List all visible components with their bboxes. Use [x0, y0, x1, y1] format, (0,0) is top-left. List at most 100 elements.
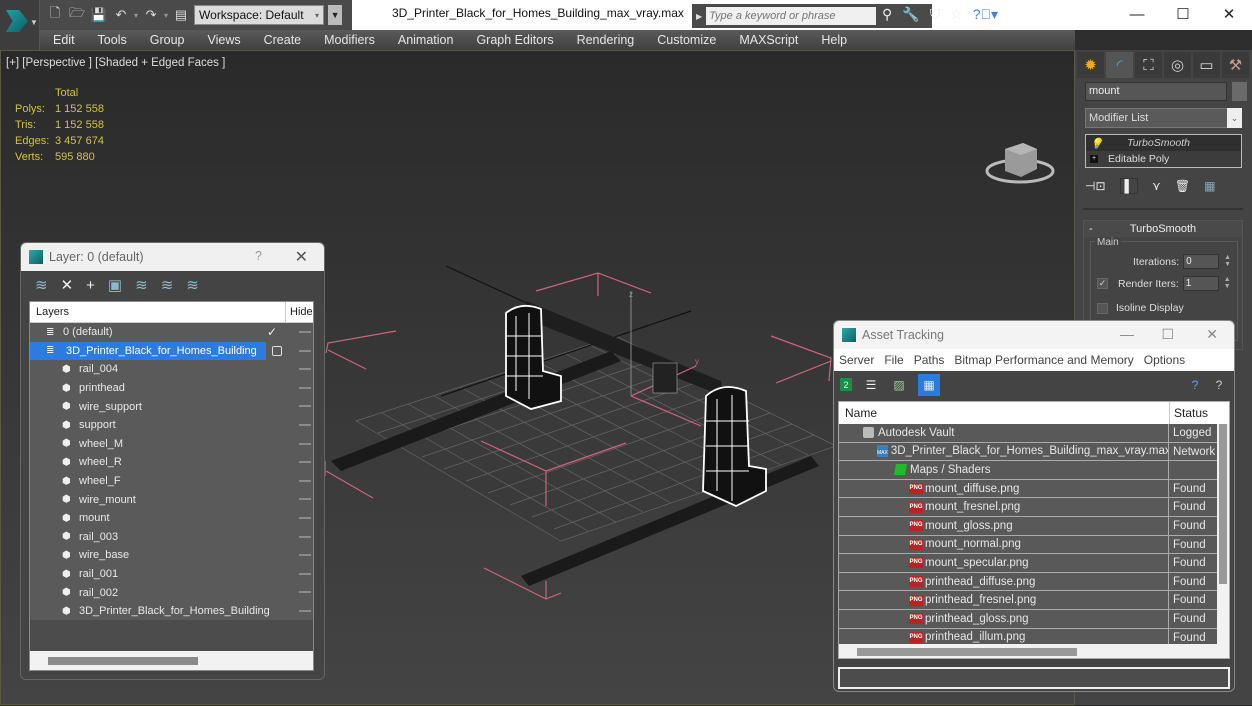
hide-toggle[interactable] — [299, 609, 311, 612]
object-row[interactable]: ⬢ wire_base — [30, 546, 313, 565]
object-row[interactable]: ⬢ wire_mount — [30, 490, 313, 509]
menu-file[interactable]: File — [884, 353, 903, 367]
object-color-swatch[interactable] — [1232, 82, 1247, 101]
asset-row[interactable]: PNG mount_gloss.png Found — [839, 516, 1217, 536]
help-icon[interactable]: ? — [1186, 376, 1204, 394]
dialog-title-bar[interactable]: Asset Tracking — ☐ ✕ — [834, 321, 1234, 349]
hide-toggle[interactable] — [299, 368, 311, 371]
current-layer-toggle[interactable] — [272, 345, 282, 356]
menu-maxscript[interactable]: MAXScript — [739, 33, 798, 47]
render-iters-checkbox[interactable]: ✓ — [1097, 278, 1108, 289]
collapse-icon[interactable]: - — [1089, 221, 1093, 237]
object-row[interactable]: ⬢ wheel_M — [30, 435, 313, 454]
menu-options[interactable]: Options — [1144, 353, 1185, 367]
display-tab-icon[interactable]: ▭ — [1193, 52, 1220, 78]
menu-modifiers[interactable]: Modifiers — [324, 33, 375, 47]
project-folder-icon[interactable]: ▤ — [172, 6, 190, 24]
menu-help[interactable]: Help — [821, 33, 847, 47]
render-iters-spinner[interactable]: 1 — [1182, 276, 1219, 291]
object-row[interactable]: ⬢ 3D_Printer_Black_for_Homes_Building — [30, 602, 313, 621]
expand-search-icon[interactable]: ▶ — [696, 12, 702, 21]
menu-views[interactable]: Views — [207, 33, 240, 47]
asset-row[interactable]: Maps / Shaders — [839, 461, 1217, 480]
open-folder-icon[interactable]: 🗁 — [68, 5, 86, 24]
undo-dropdown-icon[interactable]: ▾ — [134, 11, 138, 20]
hide-toggle[interactable] — [299, 572, 311, 575]
menu-tools[interactable]: Tools — [98, 33, 127, 47]
dialog-title-bar[interactable]: Layer: 0 (default) ? ✕ — [21, 243, 324, 271]
isoline-checkbox[interactable] — [1097, 302, 1108, 314]
close-button[interactable]: ✕ — [1206, 326, 1218, 343]
create-layer-icon[interactable]: ≋ — [35, 276, 48, 294]
close-button[interactable]: ✕ — [295, 247, 308, 267]
menu-group[interactable]: Group — [150, 33, 185, 47]
column-layers[interactable]: Layers — [30, 306, 285, 318]
help-button[interactable]: ? — [255, 249, 262, 263]
modify-tab-icon[interactable]: ◜ — [1106, 52, 1133, 78]
keyword-search-input[interactable] — [706, 7, 877, 25]
minimize-button[interactable]: — — [1120, 326, 1134, 342]
hide-toggle[interactable] — [299, 331, 311, 333]
hide-toggle[interactable] — [299, 442, 311, 445]
pin-stack-icon[interactable]: ⊣⊡ — [1085, 179, 1106, 193]
layer-row[interactable]: ≣ 0 (default) ✓ — [30, 323, 313, 342]
layer-row[interactable]: ≣ 3D_Printer_Black_for_Homes_Building — [30, 341, 311, 361]
menu-customize[interactable]: Customize — [657, 33, 716, 47]
horizontal-scrollbar[interactable] — [857, 648, 1077, 656]
star-icon[interactable]: ☆ — [950, 6, 963, 23]
object-row[interactable]: ⬢ rail_003 — [30, 528, 313, 547]
select-objects-icon[interactable]: ▣ — [108, 276, 122, 294]
asset-row[interactable]: PNG mount_specular.png Found — [839, 554, 1217, 573]
minimize-button[interactable]: — — [1114, 0, 1160, 28]
hide-toggle[interactable] — [299, 461, 311, 464]
add-icon[interactable]: + — [86, 277, 95, 294]
object-row[interactable]: ⬢ wheel_F — [30, 472, 313, 491]
save-icon[interactable]: 💾 — [90, 6, 108, 24]
object-row[interactable]: ⬢ wire_support — [30, 397, 313, 416]
menu-create[interactable]: Create — [264, 33, 302, 47]
asset-row[interactable]: PNG printhead_illum.png Found — [839, 628, 1217, 644]
column-name[interactable]: Name — [839, 402, 1169, 424]
asset-path-field[interactable] — [838, 667, 1230, 689]
undo-icon[interactable]: ↶ — [112, 6, 130, 24]
hide-toggle[interactable] — [299, 498, 311, 501]
redo-dropdown-icon[interactable]: ▾ — [164, 11, 168, 20]
binoculars-icon[interactable]: ⚲ — [882, 6, 892, 23]
context-help-icon[interactable]: ? — [1210, 376, 1228, 394]
object-row[interactable]: ⬢ rail_002 — [30, 583, 313, 602]
menu-animation[interactable]: Animation — [398, 33, 454, 47]
close-button[interactable]: ✕ — [1206, 0, 1252, 28]
column-hide[interactable]: Hide — [285, 302, 313, 322]
object-name-field[interactable]: mount — [1085, 82, 1227, 101]
horizontal-scrollbar[interactable] — [48, 657, 198, 665]
hide-toggle[interactable] — [299, 516, 311, 519]
app-menu-button[interactable]: ▼ — [0, 0, 40, 50]
object-row[interactable]: ⬢ rail_001 — [30, 565, 313, 584]
show-end-result-icon[interactable]: ▌ — [1119, 178, 1139, 194]
menu-bitmap-performance[interactable]: Bitmap Performance and Memory — [954, 353, 1133, 367]
spinner-arrows-icon[interactable]: ▲ ▼ — [1223, 254, 1232, 269]
maximize-button[interactable]: ☐ — [1161, 326, 1174, 343]
motion-tab-icon[interactable]: ◎ — [1164, 52, 1191, 78]
hierarchy-tab-icon[interactable]: ⛶ — [1135, 52, 1162, 78]
hide-toggle[interactable] — [299, 349, 311, 352]
hide-toggle[interactable] — [299, 479, 311, 482]
stack-item-editable-poly[interactable]: + Editable Poly — [1086, 151, 1241, 167]
utilities-tab-icon[interactable]: ⚒ — [1222, 52, 1249, 78]
hide-toggle[interactable] — [299, 535, 311, 538]
hide-toggle[interactable] — [299, 405, 311, 408]
key-icon[interactable]: 🔧 — [902, 6, 919, 23]
expand-plus-icon[interactable]: + — [1090, 155, 1098, 163]
set-current-icon[interactable]: ≋ — [161, 276, 174, 294]
vertical-scrollbar[interactable] — [1219, 424, 1227, 584]
iterations-spinner[interactable]: 0 — [1183, 254, 1220, 269]
modifier-list-dropdown[interactable]: Modifier List — [1085, 108, 1242, 128]
rollout-header[interactable]: - TurboSmooth — [1084, 221, 1242, 237]
redo-icon[interactable]: ↷ — [142, 6, 160, 24]
asset-row[interactable]: MAX 3D_Printer_Black_for_Homes_Building_m… — [839, 442, 1217, 462]
current-layer-check-icon[interactable]: ✓ — [267, 325, 277, 339]
viewcube[interactable] — [985, 135, 1055, 189]
object-row[interactable]: ⬢ wheel_R — [30, 453, 313, 472]
object-row[interactable]: ⬢ mount — [30, 509, 313, 528]
menu-rendering[interactable]: Rendering — [577, 33, 635, 47]
